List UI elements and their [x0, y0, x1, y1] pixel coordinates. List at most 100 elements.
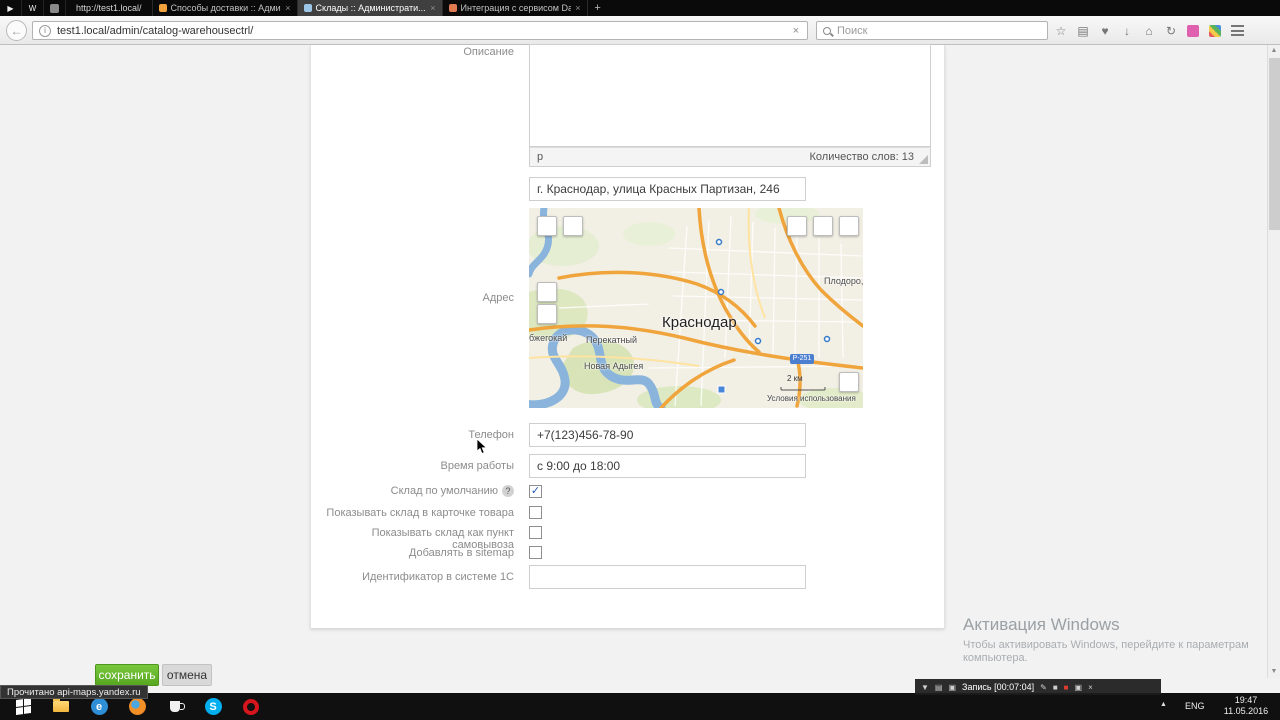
recorder-region-icon[interactable]: ▣ — [948, 683, 956, 692]
ie-icon: e — [90, 698, 108, 715]
tab-dadata-integration[interactable]: Интеграция с сервисом DaD... × — [443, 0, 588, 16]
windows-logo-icon — [15, 697, 31, 716]
folder-icon — [53, 698, 69, 712]
recorder-pencil-icon[interactable]: ✎ — [1040, 683, 1047, 692]
description-textarea[interactable] — [529, 44, 931, 147]
map-zoom-out-button[interactable] — [537, 304, 557, 324]
default-warehouse-checkbox[interactable]: ✓ — [529, 485, 542, 498]
pinned-tab-media[interactable]: ▶ — [0, 0, 22, 16]
default-warehouse-label-text: Склад по умолчанию — [390, 485, 498, 497]
new-tab-button[interactable]: + — [588, 0, 608, 16]
tab2-favicon — [303, 4, 312, 12]
sitemap-label: Добавлять в sitemap — [408, 547, 514, 559]
app-tab-label: http://test1.local/ — [76, 3, 142, 13]
map-control-location[interactable] — [839, 372, 859, 392]
tab1-favicon — [158, 4, 167, 12]
search-input[interactable] — [837, 24, 1047, 37]
warehouse-form-panel: Описание p Количество слов: 13 Адрес — [310, 44, 945, 628]
id-1c-input[interactable] — [529, 565, 806, 589]
hamburger-icon — [1230, 25, 1244, 36]
cancel-button[interactable]: отмена — [162, 664, 212, 686]
map-town-plodorodny: Плодоро, — [824, 276, 863, 286]
scrollbar-thumb[interactable] — [1269, 58, 1280, 230]
pink-square-icon — [1187, 24, 1199, 37]
map-control-layers[interactable] — [537, 216, 557, 236]
site-info-icon[interactable]: i — [39, 24, 51, 37]
generic-favicon — [50, 3, 59, 13]
recorder-screenshot-icon[interactable]: ▣ — [1075, 683, 1083, 692]
tab3-close-icon[interactable]: × — [575, 3, 580, 13]
app-tab[interactable]: http://test1.local/ — [66, 0, 153, 16]
tab1-label: Способы доставки :: Админи... — [170, 3, 282, 13]
page-scrollbar[interactable]: ▲ ▼ — [1267, 45, 1280, 678]
resize-grip-icon[interactable] — [919, 155, 928, 164]
scroll-down-icon[interactable]: ▼ — [1268, 666, 1280, 678]
editor-path: p — [537, 151, 544, 163]
map-control-fullscreen[interactable] — [839, 216, 859, 236]
windows-activation-watermark: Активация Windows Чтобы активировать Win… — [963, 615, 1249, 665]
palette-icon — [1209, 24, 1221, 37]
tab-warehouses-active[interactable]: Склады :: Администрати... × — [297, 0, 443, 16]
tab1-close-icon[interactable]: × — [285, 3, 290, 13]
pinned-tab-generic[interactable] — [44, 0, 66, 16]
screen: ▶ W http://test1.local/ Способы доставки… — [0, 0, 1280, 720]
downloads-icon[interactable]: ↓ — [1120, 21, 1134, 41]
opera-icon — [243, 698, 259, 715]
tab-delivery-methods[interactable]: Способы доставки :: Админи... × — [153, 0, 298, 16]
clipboard-icon[interactable]: ▤ — [1076, 21, 1090, 41]
save-button[interactable]: сохранить — [95, 664, 159, 686]
url-input[interactable] — [57, 24, 785, 37]
recorder-pause-icon[interactable]: ■ — [1053, 683, 1058, 692]
wiki-icon: W — [28, 3, 37, 13]
tray-expand-icon[interactable]: ▲ — [1160, 701, 1167, 708]
browser-tab-bar: ▶ W http://test1.local/ Способы доставки… — [0, 0, 1280, 16]
map-terms-link[interactable]: Условия использования — [767, 394, 856, 403]
menu-button[interactable] — [1230, 21, 1244, 41]
tab2-close-icon[interactable]: × — [430, 3, 435, 13]
phone-input[interactable] — [529, 423, 806, 447]
theme-palette-icon[interactable] — [1208, 21, 1222, 41]
taskbar-opera[interactable] — [234, 695, 268, 718]
sitemap-checkbox[interactable] — [529, 546, 542, 559]
taskbar-skype[interactable]: S — [196, 695, 230, 718]
taskbar-java[interactable] — [158, 695, 192, 718]
show-in-product-card-checkbox[interactable] — [529, 506, 542, 519]
search-bar — [816, 21, 1048, 40]
sync-icon[interactable]: ↻ — [1164, 21, 1178, 41]
recorder-stop-icon[interactable]: ■ — [1064, 683, 1069, 692]
tab3-favicon — [448, 4, 457, 12]
map-control-ruler[interactable] — [813, 216, 833, 236]
bookmark-star-icon[interactable]: ☆ — [1054, 21, 1068, 41]
pinned-tab-wiki[interactable]: W — [22, 0, 44, 16]
taskbar: e S ▲ ENG 19:47 11.05.2016 — [0, 693, 1280, 720]
map-town-novaya-adygeya: Новая Адыгея — [584, 361, 644, 371]
help-icon[interactable]: ? — [502, 485, 514, 497]
address-input[interactable] — [529, 177, 806, 201]
taskbar-clock[interactable]: 19:47 11.05.2016 — [1216, 695, 1276, 717]
language-indicator[interactable]: ENG — [1185, 701, 1205, 711]
coffee-cup-icon — [170, 701, 185, 712]
recorder-collapse-icon[interactable]: ▼ — [921, 683, 929, 692]
word-count: Количество слов: 13 — [809, 151, 914, 163]
stop-load-icon[interactable]: × — [785, 25, 807, 37]
clock-date: 11.05.2016 — [1223, 706, 1269, 716]
watermark-line2: компьютера. — [963, 652, 1028, 664]
map-zoom-in-button[interactable] — [537, 282, 557, 302]
pickup-point-checkbox[interactable] — [529, 526, 542, 539]
skype-icon: S — [204, 698, 222, 715]
extension-pink-icon[interactable] — [1186, 21, 1200, 41]
recorder-close-icon[interactable]: × — [1088, 683, 1093, 692]
yandex-map[interactable]: Краснодар Перекатный Новая Адыгея бжегок… — [529, 208, 863, 408]
scroll-up-icon[interactable]: ▲ — [1268, 45, 1280, 57]
pocket-heart-icon[interactable]: ♥ — [1098, 21, 1112, 41]
search-icon — [823, 26, 831, 35]
hours-input[interactable] — [529, 454, 806, 478]
recorder-monitor-icon[interactable]: ▤ — [935, 683, 943, 692]
map-control-traffic[interactable] — [563, 216, 583, 236]
hours-label: Время работы — [440, 460, 514, 472]
back-button[interactable]: ← — [6, 20, 27, 41]
map-control-search[interactable] — [787, 216, 807, 236]
browser-toolbar: ← i × ☆ ▤ ♥ ↓ ⌂ ↻ — [0, 16, 1280, 45]
home-icon[interactable]: ⌂ — [1142, 21, 1156, 41]
play-icon: ▶ — [7, 3, 14, 13]
